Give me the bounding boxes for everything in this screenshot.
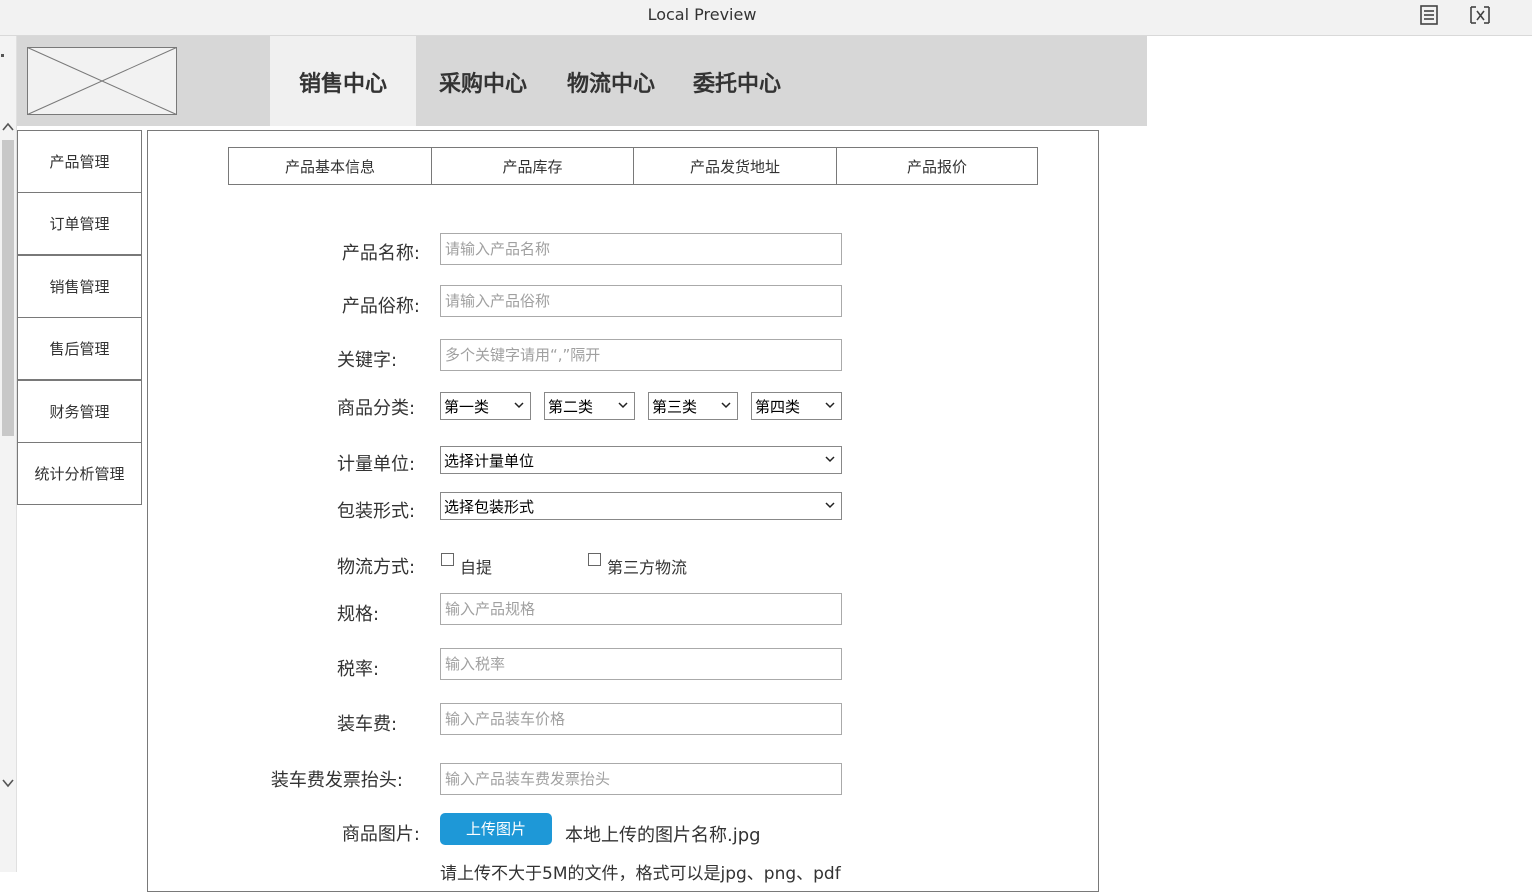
sidebar-item-statistics[interactable]: 统计分析管理 (17, 442, 142, 505)
keywords-label: 关键字: (337, 350, 398, 371)
window-titlebar: Local Preview (0, 0, 1532, 36)
category-label: 商品分类: (337, 398, 416, 419)
vertical-scrollbar[interactable] (0, 36, 17, 872)
third-party-logistics-checkbox[interactable] (588, 553, 601, 566)
spec-input[interactable] (440, 593, 842, 625)
main-content-panel: 产品基本信息 产品库存 产品发货地址 产品报价 产品名称: 产品俗称: 关键字:… (147, 130, 1099, 892)
edge-marker (1, 54, 4, 57)
subtab-quotation[interactable]: 产品报价 (837, 148, 1037, 184)
chevron-down-icon (825, 402, 835, 409)
product-alias-label: 产品俗称: (341, 296, 420, 317)
scrollbar-thumb[interactable] (2, 140, 14, 436)
sidebar-item-finance[interactable]: 财务管理 (17, 380, 142, 443)
chevron-down-icon (514, 402, 524, 409)
chevron-down-icon (618, 402, 628, 409)
invoice-title-label: 装车费发票抬头: (270, 770, 403, 791)
third-party-logistics-label: 第三方物流 (607, 558, 688, 577)
unit-select-value: 选择计量单位 (444, 452, 535, 470)
sidebar-item-product[interactable]: 产品管理 (17, 130, 142, 193)
category-select-3-value: 第三类 (652, 398, 698, 416)
window-title: Local Preview (647, 5, 757, 24)
packaging-select[interactable]: 选择包装形式 (440, 492, 842, 520)
product-alias-input[interactable] (440, 285, 842, 317)
category-select-1-value: 第一类 (444, 398, 490, 416)
uploaded-file-name: 本地上传的图片名称.jpg (565, 825, 761, 846)
category-select-3[interactable]: 第三类 (648, 392, 738, 420)
subtab-shipping-address[interactable]: 产品发货地址 (634, 148, 837, 184)
self-pickup-label: 自提 (460, 558, 493, 577)
upload-image-button[interactable]: 上传图片 (440, 813, 552, 845)
sidebar-item-sales[interactable]: 销售管理 (17, 255, 142, 318)
logistics-label: 物流方式: (337, 557, 416, 578)
category-select-2[interactable]: 第二类 (544, 392, 635, 420)
sidebar-item-order[interactable]: 订单管理 (17, 192, 142, 255)
spec-label: 规格: (337, 604, 380, 625)
chevron-down-icon (721, 402, 731, 409)
loading-fee-input[interactable] (440, 703, 842, 735)
subtab-inventory[interactable]: 产品库存 (432, 148, 634, 184)
product-subtabs: 产品基本信息 产品库存 产品发货地址 产品报价 (228, 147, 1038, 185)
loading-fee-label: 装车费: (337, 714, 398, 735)
invoice-title-input[interactable] (440, 763, 842, 795)
nav-tab-purchase[interactable]: 采购中心 (427, 36, 539, 126)
self-pickup-checkbox[interactable] (441, 553, 454, 566)
nav-tab-sales[interactable]: 销售中心 (270, 36, 416, 126)
unit-label: 计量单位: (337, 454, 416, 475)
chevron-up-icon[interactable] (1, 120, 15, 134)
product-name-label: 产品名称: (341, 243, 420, 264)
document-icon[interactable] (1417, 3, 1441, 27)
chevron-down-icon[interactable] (1, 776, 15, 790)
nav-tab-logistics[interactable]: 物流中心 (555, 36, 667, 126)
tax-label: 税率: (337, 659, 380, 680)
nav-tab-entrust[interactable]: 委托中心 (681, 36, 793, 126)
sidebar: 产品管理 订单管理 销售管理 售后管理 财务管理 统计分析管理 (17, 130, 142, 505)
top-header: 销售中心 采购中心 物流中心 委托中心 (17, 36, 1147, 126)
category-select-2-value: 第二类 (548, 398, 594, 416)
unit-select[interactable]: 选择计量单位 (440, 446, 842, 474)
category-select-4[interactable]: 第四类 (751, 392, 842, 420)
keywords-input[interactable] (440, 339, 842, 371)
variable-icon[interactable] (1468, 3, 1492, 27)
category-select-1[interactable]: 第一类 (440, 392, 531, 420)
chevron-down-icon (825, 456, 835, 463)
sidebar-item-after-sales[interactable]: 售后管理 (17, 317, 142, 380)
packaging-label: 包装形式: (337, 501, 416, 522)
packaging-select-value: 选择包装形式 (444, 498, 535, 516)
logo-placeholder-image (27, 47, 177, 115)
category-select-4-value: 第四类 (755, 398, 801, 416)
chevron-down-icon (825, 502, 835, 509)
subtab-basic-info[interactable]: 产品基本信息 (229, 148, 432, 184)
image-label: 商品图片: (341, 824, 420, 845)
product-name-input[interactable] (440, 233, 842, 265)
tax-input[interactable] (440, 648, 842, 680)
